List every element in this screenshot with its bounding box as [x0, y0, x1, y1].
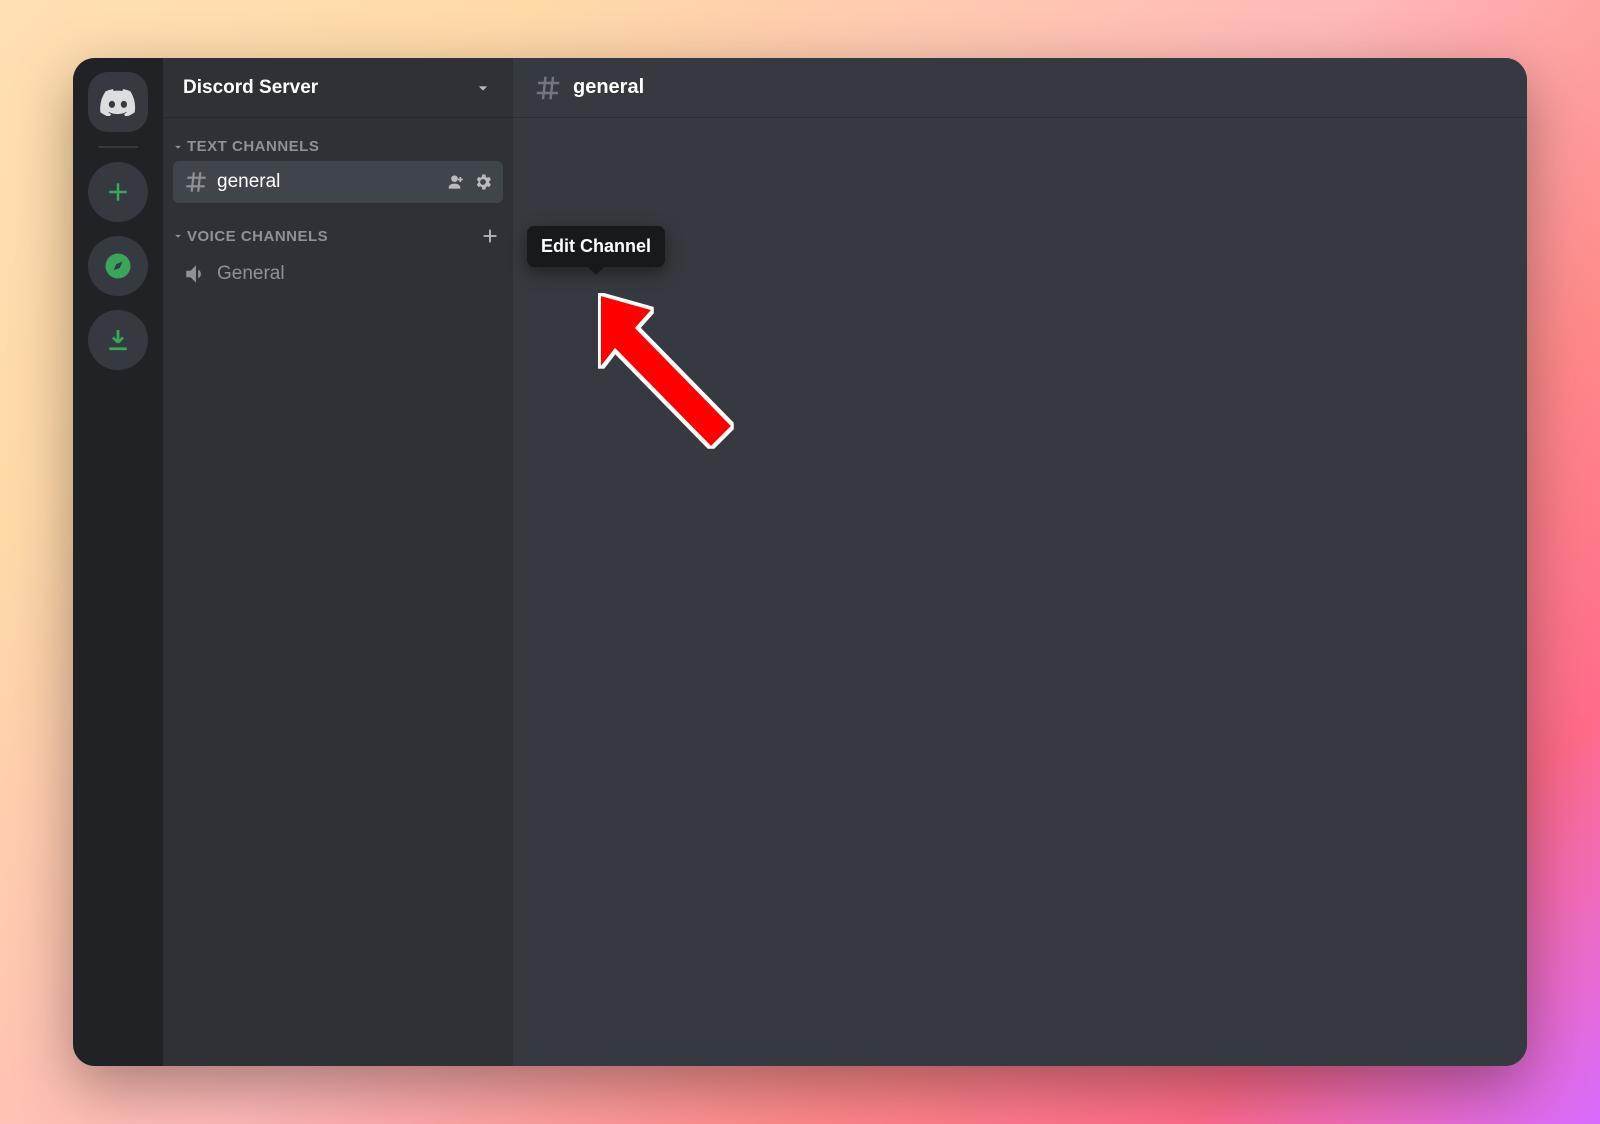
edit-channel-tooltip: Edit Channel: [527, 226, 665, 267]
chat-area: general: [513, 58, 1527, 1066]
app-window: Discord Server TEXT CHANNELS general: [73, 58, 1527, 1066]
add-channel-button[interactable]: [479, 225, 501, 247]
server-header[interactable]: Discord Server: [163, 58, 513, 118]
home-button[interactable]: [88, 72, 148, 132]
hash-icon: [533, 73, 563, 103]
voice-channels-category[interactable]: VOICE CHANNELS: [163, 223, 513, 249]
voice-channel-item-general[interactable]: General: [173, 253, 503, 295]
chat-header: general: [513, 58, 1527, 118]
category-label: TEXT CHANNELS: [187, 138, 319, 155]
plus-icon: [103, 177, 133, 207]
invite-user-icon[interactable]: [447, 172, 467, 192]
tooltip-text: Edit Channel: [541, 236, 651, 256]
add-server-button[interactable]: [88, 162, 148, 222]
channel-sidebar: Discord Server TEXT CHANNELS general: [163, 58, 513, 1066]
server-rail: [73, 58, 163, 1066]
hash-icon: [183, 169, 209, 195]
compass-icon: [103, 251, 133, 281]
server-name: Discord Server: [183, 77, 318, 99]
rail-divider: [98, 146, 138, 148]
text-channels-category[interactable]: TEXT CHANNELS: [163, 136, 513, 157]
channel-item-general[interactable]: general: [173, 161, 503, 203]
gear-icon[interactable]: [473, 172, 493, 192]
chevron-down-icon: [473, 78, 493, 98]
explore-button[interactable]: [88, 236, 148, 296]
chevron-down-icon: [171, 140, 185, 154]
channel-label: General: [217, 263, 493, 285]
category-label: VOICE CHANNELS: [187, 228, 328, 245]
chevron-down-icon: [171, 229, 185, 243]
discord-logo-icon: [100, 88, 136, 116]
chat-channel-name: general: [573, 76, 644, 99]
speaker-icon: [183, 261, 209, 287]
download-icon: [103, 325, 133, 355]
download-button[interactable]: [88, 310, 148, 370]
channel-list: TEXT CHANNELS general VOICE CHANNELS: [163, 118, 513, 317]
channel-label: general: [217, 171, 439, 193]
